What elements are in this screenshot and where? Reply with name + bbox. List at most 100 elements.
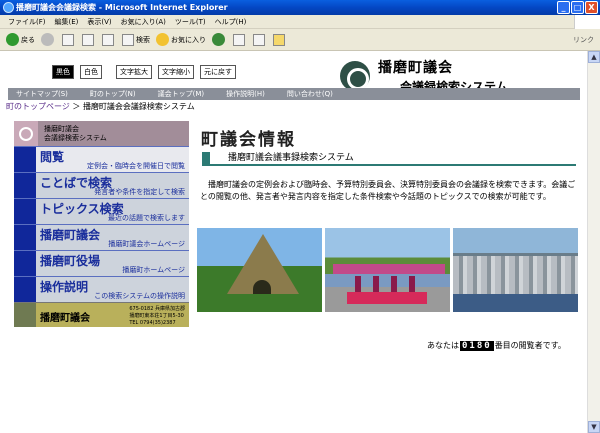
section-heading: 播磨町議会議事録検索システム xyxy=(202,152,576,166)
minimize-button[interactable]: _ xyxy=(557,1,570,14)
counter-number: 0180 xyxy=(460,340,494,351)
favorites-button[interactable]: お気に入り xyxy=(156,33,206,46)
festival-stage-photo xyxy=(325,228,450,312)
back-label: 戻る xyxy=(21,35,35,44)
search-label: 検索 xyxy=(136,35,150,44)
print-icon xyxy=(253,33,265,46)
reset-text-button[interactable]: 元に戻す xyxy=(200,65,236,79)
left-menu-header-line1: 播磨町議会 xyxy=(44,124,79,133)
breadcrumb: 町のトップページ ＞ 播磨町議会会議録検索システム xyxy=(6,101,195,112)
print-button[interactable] xyxy=(253,33,267,46)
menu-council-home-title: 播磨町議会 xyxy=(40,228,101,242)
council-address-2: 播磨町東本荘1丁目5-30 xyxy=(129,313,184,319)
menu-file[interactable]: ファイル(F) xyxy=(8,17,46,27)
window-title: 播磨町議会会議録検索 - Microsoft Internet Explorer xyxy=(16,3,228,12)
menu-view[interactable]: 表示(V) xyxy=(87,17,111,27)
menu-council-home-desc: 播磨町議会ホームページ xyxy=(108,240,185,248)
menu-help-title: 操作説明 xyxy=(40,280,89,294)
menu-browse[interactable]: 閲覧 定例会・臨時会を開催日で閲覧 xyxy=(14,146,189,172)
menu-town-office-desc: 播磨町ホームページ xyxy=(122,266,185,274)
scroll-down-icon[interactable]: ▼ xyxy=(588,421,600,433)
stop-icon xyxy=(62,33,74,46)
counter-prefix: あなたは xyxy=(427,341,459,350)
menu-browse-title: 閲覧 xyxy=(40,150,65,164)
back-button[interactable]: 戻る xyxy=(6,33,35,46)
mail-button[interactable] xyxy=(233,33,247,46)
menu-edit[interactable]: 編集(E) xyxy=(55,17,79,27)
menu-town-office[interactable]: 播磨町役場 播磨町ホームページ xyxy=(14,250,189,276)
links-label[interactable]: リンク xyxy=(573,35,594,45)
town-emblem-icon xyxy=(340,61,370,91)
nav-council-top[interactable]: 議会トップ(M) xyxy=(158,89,205,99)
left-menu: 播磨町議会 会議録検索システム 閲覧 定例会・臨時会を開催日で閲覧 ことばで検索… xyxy=(14,121,189,327)
menu-help[interactable]: ヘルプ(H) xyxy=(215,17,247,27)
counter-suffix: 番目の閲覧者です。 xyxy=(494,341,566,350)
forward-button[interactable] xyxy=(41,33,56,46)
white-theme-button[interactable]: 白色 xyxy=(80,65,102,79)
search-icon xyxy=(122,33,134,46)
mail-icon xyxy=(233,33,245,46)
ie-icon xyxy=(3,2,14,13)
left-menu-header: 播磨町議会 会議録検索システム xyxy=(14,121,189,146)
forward-arrow-icon xyxy=(41,33,54,46)
menu-tools[interactable]: ツール(T) xyxy=(175,17,206,27)
maximize-button[interactable]: □ xyxy=(571,1,584,14)
refresh-icon xyxy=(82,33,94,46)
menu-browse-desc: 定例会・臨時会を開催日で閲覧 xyxy=(87,162,185,170)
web-page: 黒色 白色 文字拡大 文字縮小 元に戻す 播磨町議会 会議録検索システム サイト… xyxy=(0,51,587,433)
stop-button[interactable] xyxy=(62,33,76,46)
council-contact-box: 播磨町議会 675-0182 兵庫県加古郡 播磨町東本荘1丁目5-30 TEL … xyxy=(14,302,189,327)
menu-town-office-title: 播磨町役場 xyxy=(40,254,101,268)
menu-keyword-search-desc: 発言者や条件を指定して検索 xyxy=(94,188,185,196)
window-titlebar: 播磨町議会会議録検索 - Microsoft Internet Explorer… xyxy=(0,0,600,15)
council-address-1: 675-0182 兵庫県加古郡 xyxy=(129,306,185,312)
visitor-counter: あなたは 0180 番目の閲覧者です。 xyxy=(427,340,566,351)
page-title: 町議会情報 xyxy=(201,130,296,150)
windows-logo-icon xyxy=(574,15,600,29)
menu-help[interactable]: 操作説明 この検索システムの操作説明 xyxy=(14,276,189,302)
council-emblem-icon xyxy=(14,121,38,146)
star-icon xyxy=(156,33,169,46)
refresh-button[interactable] xyxy=(82,33,96,46)
intro-text: 播磨町議会の定例会および臨時会、予算特別委員会、決算特別委員会の会議録を検索でき… xyxy=(200,180,576,201)
vertical-scrollbar[interactable]: ▲ ▼ xyxy=(587,51,600,433)
nav-town-top[interactable]: 町のトップ(N) xyxy=(90,89,136,99)
media-button[interactable] xyxy=(212,33,227,46)
menu-favorites[interactable]: お気に入り(A) xyxy=(121,17,166,27)
aerial-harbor-photo xyxy=(453,228,578,312)
menu-help-desc: この検索システムの操作説明 xyxy=(94,292,185,300)
council-phone: TEL 0794(35)2387 xyxy=(129,320,176,326)
nav-sitemap[interactable]: サイトマップ(S) xyxy=(16,89,68,99)
global-nav: サイトマップ(S) 町のトップ(N) 議会トップ(M) 操作説明(H) 問い合わ… xyxy=(8,88,580,100)
home-button[interactable] xyxy=(102,33,116,46)
thatched-hut-photo xyxy=(197,228,322,312)
logo-title: 播磨町議会 xyxy=(378,60,453,76)
scroll-up-icon[interactable]: ▲ xyxy=(588,51,600,63)
council-name: 播磨町議会 xyxy=(40,313,90,324)
menu-topic-search[interactable]: トピックス検索 最近の話題で検索します xyxy=(14,198,189,224)
breadcrumb-town-top[interactable]: 町のトップページ xyxy=(6,102,70,111)
home-icon xyxy=(102,33,114,46)
menu-council-home[interactable]: 播磨町議会 播磨町議会ホームページ xyxy=(14,224,189,250)
menu-keyword-search[interactable]: ことばで検索 発言者や条件を指定して検索 xyxy=(14,172,189,198)
browser-toolbar: 戻る 検索 お気に入り リンク xyxy=(0,29,600,51)
menu-topic-search-desc: 最近の話題で検索します xyxy=(108,214,185,222)
search-button[interactable]: 検索 xyxy=(122,33,150,46)
breadcrumb-separator: ＞ xyxy=(72,102,81,111)
favorites-label: お気に入り xyxy=(171,35,206,44)
folder-icon xyxy=(273,33,285,46)
menu-bar: ファイル(F) 編集(E) 表示(V) お気に入り(A) ツール(T) ヘルプ(… xyxy=(0,15,600,29)
accessibility-controls: 黒色 白色 文字拡大 文字縮小 元に戻す xyxy=(52,65,236,79)
close-button[interactable]: X xyxy=(585,1,598,14)
folder-button[interactable] xyxy=(273,33,287,46)
photo-strip xyxy=(197,228,578,312)
enlarge-text-button[interactable]: 文字拡大 xyxy=(116,65,152,79)
shrink-text-button[interactable]: 文字縮小 xyxy=(158,65,194,79)
black-theme-button[interactable]: 黒色 xyxy=(52,65,74,79)
left-menu-header-line2: 会議録検索システム xyxy=(44,133,107,142)
media-icon xyxy=(212,33,225,46)
nav-contact[interactable]: 問い合わせ(Q) xyxy=(287,89,333,99)
back-arrow-icon xyxy=(6,33,19,46)
breadcrumb-current: 播磨町議会会議録検索システム xyxy=(82,102,195,111)
nav-help[interactable]: 操作説明(H) xyxy=(226,89,265,99)
